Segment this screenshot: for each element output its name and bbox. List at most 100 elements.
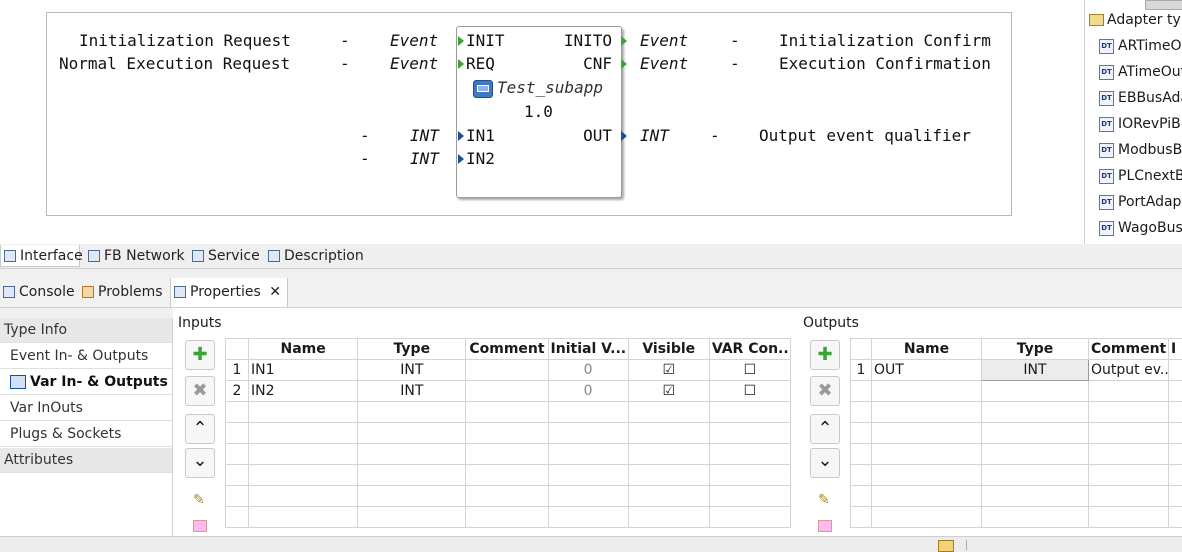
nav-attributes[interactable]: Attributes [0,448,172,473]
right-var-desc-1: Output event qualifier [759,126,971,145]
move-down-button[interactable]: ⌄ [810,448,840,478]
column-header-name[interactable]: Name [249,339,358,360]
nav-plugs-sockets[interactable]: Plugs & Sockets [0,422,172,447]
tab-fb-network[interactable]: FB Network [85,245,185,267]
palette-item[interactable]: DTEBBusAda [1099,90,1182,110]
data-output-marker [621,131,627,141]
tab-console[interactable]: Console [0,281,75,303]
datatype-icon: DT [1099,117,1114,132]
nav-event-in-outputs[interactable]: Event In- & Outputs [0,344,172,369]
right-var-dash-1: - [710,126,720,145]
tab-interface[interactable]: Interface [0,245,80,267]
paste-icon[interactable] [193,520,207,532]
fb-instance-name[interactable]: Test_subapp [497,78,603,97]
tab-service[interactable]: Service [189,245,260,267]
fb-event-out-cnf[interactable]: CNF [583,54,612,73]
palette-scroll-stub[interactable] [1145,0,1182,10]
left-event-desc-1: Initialization Request [79,31,291,50]
interface-icon [4,250,16,262]
edit-icon[interactable]: ✎ [193,492,205,508]
cell-type[interactable]: INT [358,360,466,381]
cell-comment[interactable]: Output ev... [1089,360,1169,381]
tab-properties[interactable]: Properties ✕ [170,278,288,307]
palette-item[interactable]: DTPLCnextB [1099,168,1182,188]
column-header-varcon[interactable]: VAR Con... [709,339,790,360]
cell-initial[interactable] [1169,360,1182,381]
nav-var-inouts[interactable]: Var InOuts [0,396,172,421]
varcon-checkbox[interactable]: ☐ [709,360,790,381]
nav-type-info[interactable]: Type Info [0,318,172,343]
cell-initial[interactable]: 0 [548,360,628,381]
tab-label: Properties [190,284,261,300]
close-icon[interactable]: ✕ [269,278,281,306]
fb-version: 1.0 [524,102,553,121]
empty-row [851,465,1182,486]
move-down-button[interactable]: ⌄ [185,448,215,478]
fb-event-in-init[interactable]: INIT [466,31,505,50]
service-icon [192,250,204,262]
problems-icon [82,286,94,298]
fb-event-in-req[interactable]: REQ [466,54,495,73]
add-output-button[interactable]: ✚ [810,340,840,370]
column-header-type[interactable]: Type [358,339,466,360]
cell-name[interactable]: OUT [872,360,982,381]
right-event-desc-1: Initialization Confirm [779,31,991,50]
column-header-name[interactable]: Name [872,339,982,360]
cell-comment[interactable] [466,360,548,381]
edit-icon[interactable]: ✎ [818,492,830,508]
fb-var-out-out[interactable]: OUT [583,126,612,145]
fb-event-out-inito[interactable]: INITO [564,31,612,50]
table-row[interactable]: 2 IN2 INT 0 ☑ ☐ [226,381,791,402]
column-header-comment[interactable]: Comment [1089,339,1169,360]
cell-name[interactable]: IN2 [249,381,358,402]
status-folder-icon[interactable] [938,540,954,552]
event-input-marker [458,36,464,46]
status-divider [966,540,967,550]
right-event-type-2: Event [640,54,688,73]
palette-item[interactable]: DT PortAdapt [1099,194,1182,214]
tab-description[interactable]: Description [265,245,364,267]
table-row[interactable]: 1 IN1 INT 0 ☑ ☐ [226,360,791,381]
cell-type[interactable]: INT [358,381,466,402]
empty-row [226,402,791,423]
add-input-button[interactable]: ✚ [185,340,215,370]
column-header-initial[interactable]: Initial V... [548,339,628,360]
left-event-dash-2: - [340,54,350,73]
palette-item[interactable]: DTWagoBusA [1099,220,1182,240]
move-up-button[interactable]: ⌃ [185,414,215,444]
delete-input-button[interactable]: ✖ [185,376,215,406]
fb-var-in-in2[interactable]: IN2 [466,149,495,168]
fb-var-in-in1[interactable]: IN1 [466,126,495,145]
palette-item[interactable]: DTIORevPiBu [1099,116,1182,136]
var-icon [10,375,26,389]
visible-checkbox[interactable]: ☑ [628,360,709,381]
paste-icon[interactable] [818,520,832,532]
palette-item-label: ModbusBu [1118,142,1182,158]
cell-name[interactable]: IN1 [249,360,358,381]
palette-item[interactable]: DTARTimeO [1099,38,1182,58]
varcon-checkbox[interactable]: ☐ [709,381,790,402]
left-var-type-2: INT [410,149,439,168]
nav-var-in-outputs[interactable]: Var In- & Outputs [0,370,172,395]
column-header-comment[interactable]: Comment [466,339,548,360]
datatype-icon: DT [1099,221,1114,236]
palette-item[interactable]: DTATimeOut [1099,64,1182,84]
palette-item[interactable]: DTModbusBu [1099,142,1182,162]
visible-checkbox[interactable]: ☑ [628,381,709,402]
tab-problems[interactable]: Problems [79,281,163,303]
column-header-initial[interactable]: I [1169,339,1182,360]
datatype-icon: DT [1099,195,1114,210]
cell-type[interactable]: INT [982,360,1089,381]
table-row[interactable]: 1 OUT INT Output ev... [851,360,1182,381]
column-header-visible[interactable]: Visible [628,339,709,360]
column-header-type[interactable]: Type [982,339,1089,360]
cell-initial[interactable]: 0 [548,381,628,402]
move-up-button[interactable]: ⌃ [810,414,840,444]
empty-row [851,507,1182,528]
palette-folder-adapter-types[interactable]: Adapter type [1089,12,1182,32]
palette-item-label: PortAdapt [1118,194,1182,210]
cell-comment[interactable] [466,381,548,402]
tab-label: FB Network [104,248,185,264]
function-block[interactable]: INIT REQ INITO CNF Test_subapp 1.0 IN1 I… [456,26,622,198]
delete-output-button[interactable]: ✖ [810,376,840,406]
